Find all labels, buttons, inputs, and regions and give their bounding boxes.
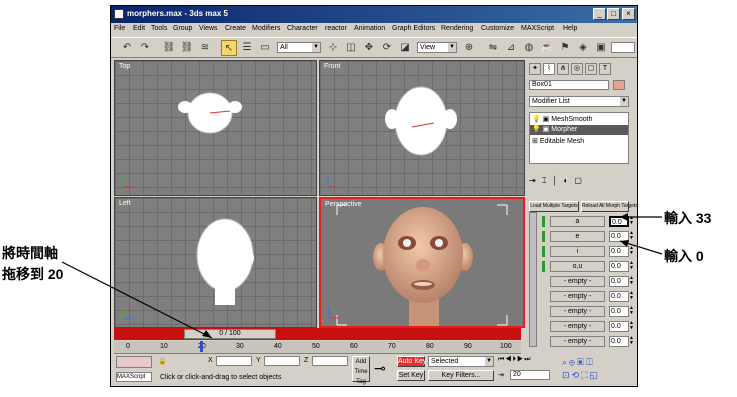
callout-arrows [61, 213, 663, 339]
annotation-input-33: 輸入 33 [664, 210, 712, 226]
annotation-input-0: 輸入 0 [664, 248, 704, 264]
annotation-drag-timeline: 將時間軸 拖移到 20 [2, 245, 64, 282]
